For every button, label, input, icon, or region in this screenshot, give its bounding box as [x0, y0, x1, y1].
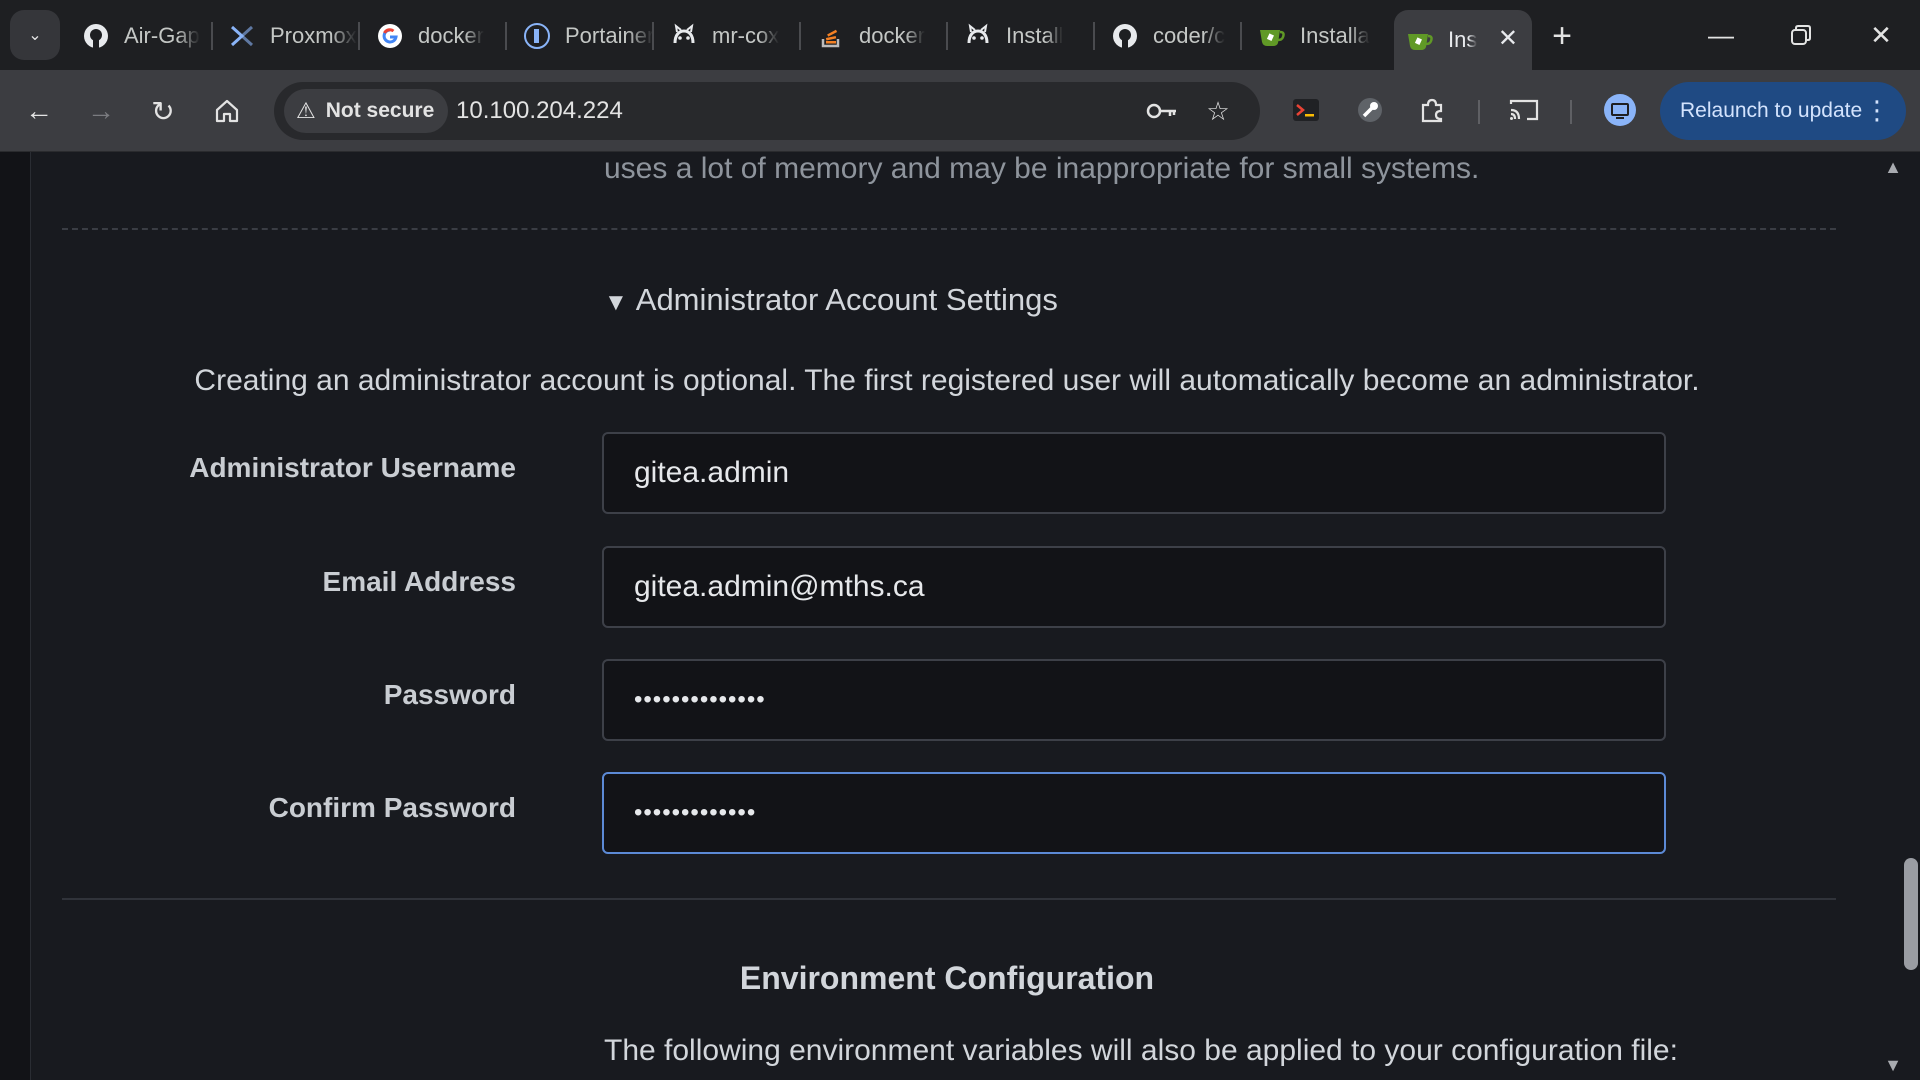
arrow-left-icon: ←: [25, 95, 53, 126]
scroll-up-arrow-icon[interactable]: ▲: [1866, 152, 1920, 182]
tab-label: Install: [1006, 23, 1064, 48]
dashed-divider: [62, 228, 1836, 230]
close-icon: ✕: [1870, 19, 1892, 50]
tab-label: Portainer: [565, 23, 655, 48]
terminal-extension-icon[interactable]: [1286, 90, 1326, 130]
relaunch-label: Relaunch to update: [1680, 99, 1863, 122]
back-button[interactable]: ←: [16, 88, 62, 134]
tab-installation-active[interactable]: Ins ✕: [1394, 10, 1532, 70]
page-viewport: uses a lot of memory and may be inapprop…: [0, 152, 1866, 1080]
tab-separator: [358, 22, 360, 50]
tab-search-button[interactable]: ⌄: [10, 10, 60, 60]
google-icon: [376, 22, 404, 50]
tab-coder[interactable]: coder/c: [1099, 14, 1245, 58]
tab-proxmox[interactable]: Proxmox: [216, 14, 362, 58]
admin-settings-toggle[interactable]: ▼ Administrator Account Settings: [604, 282, 1058, 318]
tab-installation[interactable]: Installa: [1246, 14, 1392, 58]
tab-mr-cox[interactable]: mr-cox: [658, 14, 804, 58]
password-key-icon[interactable]: [1144, 93, 1180, 129]
proxmox-icon: [228, 22, 256, 50]
profile-avatar-icon[interactable]: [1600, 90, 1640, 130]
tab-separator: [211, 22, 213, 50]
toolbar-separator: [1570, 100, 1572, 124]
cast-icon[interactable]: [1504, 90, 1544, 130]
gitea-icon: [1406, 26, 1434, 54]
tab-separator: [505, 22, 507, 50]
restore-icon: [1791, 25, 1811, 45]
tab-label: Installa: [1300, 23, 1370, 48]
password-label: Password: [383, 679, 516, 710]
tab-strip: ⌄ Air-Gap Proxmox docker Portainer mr-co…: [0, 0, 1920, 70]
minimize-icon: —: [1708, 19, 1734, 50]
section-divider: [62, 898, 1836, 900]
chevron-down-icon: ⌄: [28, 27, 42, 44]
url-text[interactable]: 10.100.204.224: [456, 97, 623, 125]
wrench-extension-icon[interactable]: [1350, 90, 1390, 130]
arrow-right-icon: →: [87, 95, 115, 126]
site-security-chip[interactable]: ⚠ Not secure: [284, 89, 449, 133]
admin-username-input[interactable]: [602, 432, 1666, 514]
bookmark-star-icon[interactable]: ☆: [1200, 93, 1236, 129]
admin-settings-description: Creating an administrator account is opt…: [194, 364, 1700, 397]
tab-separator: [1093, 22, 1095, 50]
security-label: Not secure: [325, 99, 435, 122]
admin-password-input[interactable]: [602, 659, 1666, 741]
github-icon: [82, 22, 110, 50]
extensions-puzzle-icon[interactable]: [1412, 90, 1452, 130]
restore-button[interactable]: [1766, 8, 1836, 62]
relaunch-to-update-button[interactable]: Relaunch to update ⋮: [1660, 82, 1906, 140]
tab-install[interactable]: Install: [952, 14, 1098, 58]
triangle-down-icon: ▼: [604, 289, 628, 316]
forward-button[interactable]: →: [78, 88, 124, 134]
toolbar-separator: [1478, 100, 1480, 124]
home-icon: [215, 99, 239, 123]
tab-separator: [946, 22, 948, 50]
tab-label: mr-cox: [712, 23, 780, 48]
reload-button[interactable]: ↻: [140, 88, 186, 134]
home-button[interactable]: [204, 88, 250, 134]
kebab-menu-icon[interactable]: ⋮: [1864, 95, 1890, 126]
admin-email-input[interactable]: [602, 546, 1666, 628]
github-octocat-icon: [670, 22, 698, 50]
page-scrollbar[interactable]: ▲ ▼: [1866, 152, 1920, 1080]
admin-confirm-password-input[interactable]: [602, 772, 1666, 854]
new-tab-button[interactable]: +: [1540, 14, 1584, 58]
minimize-button[interactable]: —: [1686, 8, 1756, 62]
tab-label: docker: [418, 23, 485, 48]
tab-label: docker: [859, 23, 926, 48]
stackoverflow-icon: [817, 22, 845, 50]
close-window-button[interactable]: ✕: [1846, 8, 1916, 62]
confirm-password-label: Confirm Password: [268, 792, 516, 823]
warning-triangle-icon: ⚠: [296, 98, 316, 123]
gitea-icon: [1258, 22, 1286, 50]
tab-label: coder/c: [1153, 23, 1226, 48]
environment-configuration-description: The following environment variables will…: [604, 1034, 1678, 1067]
tab-separator: [652, 22, 654, 50]
tab-separator: [799, 22, 801, 50]
tab-label: Ins: [1448, 27, 1478, 52]
github-icon: [1111, 22, 1139, 50]
scroll-down-arrow-icon[interactable]: ▼: [1866, 1050, 1920, 1080]
portainer-icon: [523, 22, 551, 50]
tab-separator: [1240, 22, 1242, 50]
reload-icon: ↻: [151, 95, 175, 127]
address-bar[interactable]: ⚠ Not secure 10.100.204.224 ☆: [274, 82, 1260, 140]
tab-docker-google[interactable]: docker: [364, 14, 510, 58]
browser-toolbar: ← → ↻ ⚠ Not secure 10.100.204.224 ☆ Rela…: [0, 70, 1920, 152]
scrollbar-thumb[interactable]: [1904, 858, 1918, 970]
admin-settings-title: Administrator Account Settings: [635, 282, 1058, 317]
tab-label: Air-Gap: [124, 23, 200, 48]
tab-portainer[interactable]: Portainer: [511, 14, 657, 58]
tab-docker-stackoverflow[interactable]: docker: [805, 14, 951, 58]
close-tab-icon[interactable]: ✕: [1498, 24, 1518, 53]
help-text: uses a lot of memory and may be inapprop…: [604, 152, 1480, 185]
tab-label: Proxmox: [270, 23, 357, 48]
environment-configuration-title: Environment Configuration: [739, 960, 1155, 996]
tab-air-gap[interactable]: Air-Gap: [70, 14, 216, 58]
username-label: Administrator Username: [189, 452, 516, 483]
github-octocat-icon: [964, 22, 992, 50]
email-label: Email Address: [322, 566, 516, 597]
